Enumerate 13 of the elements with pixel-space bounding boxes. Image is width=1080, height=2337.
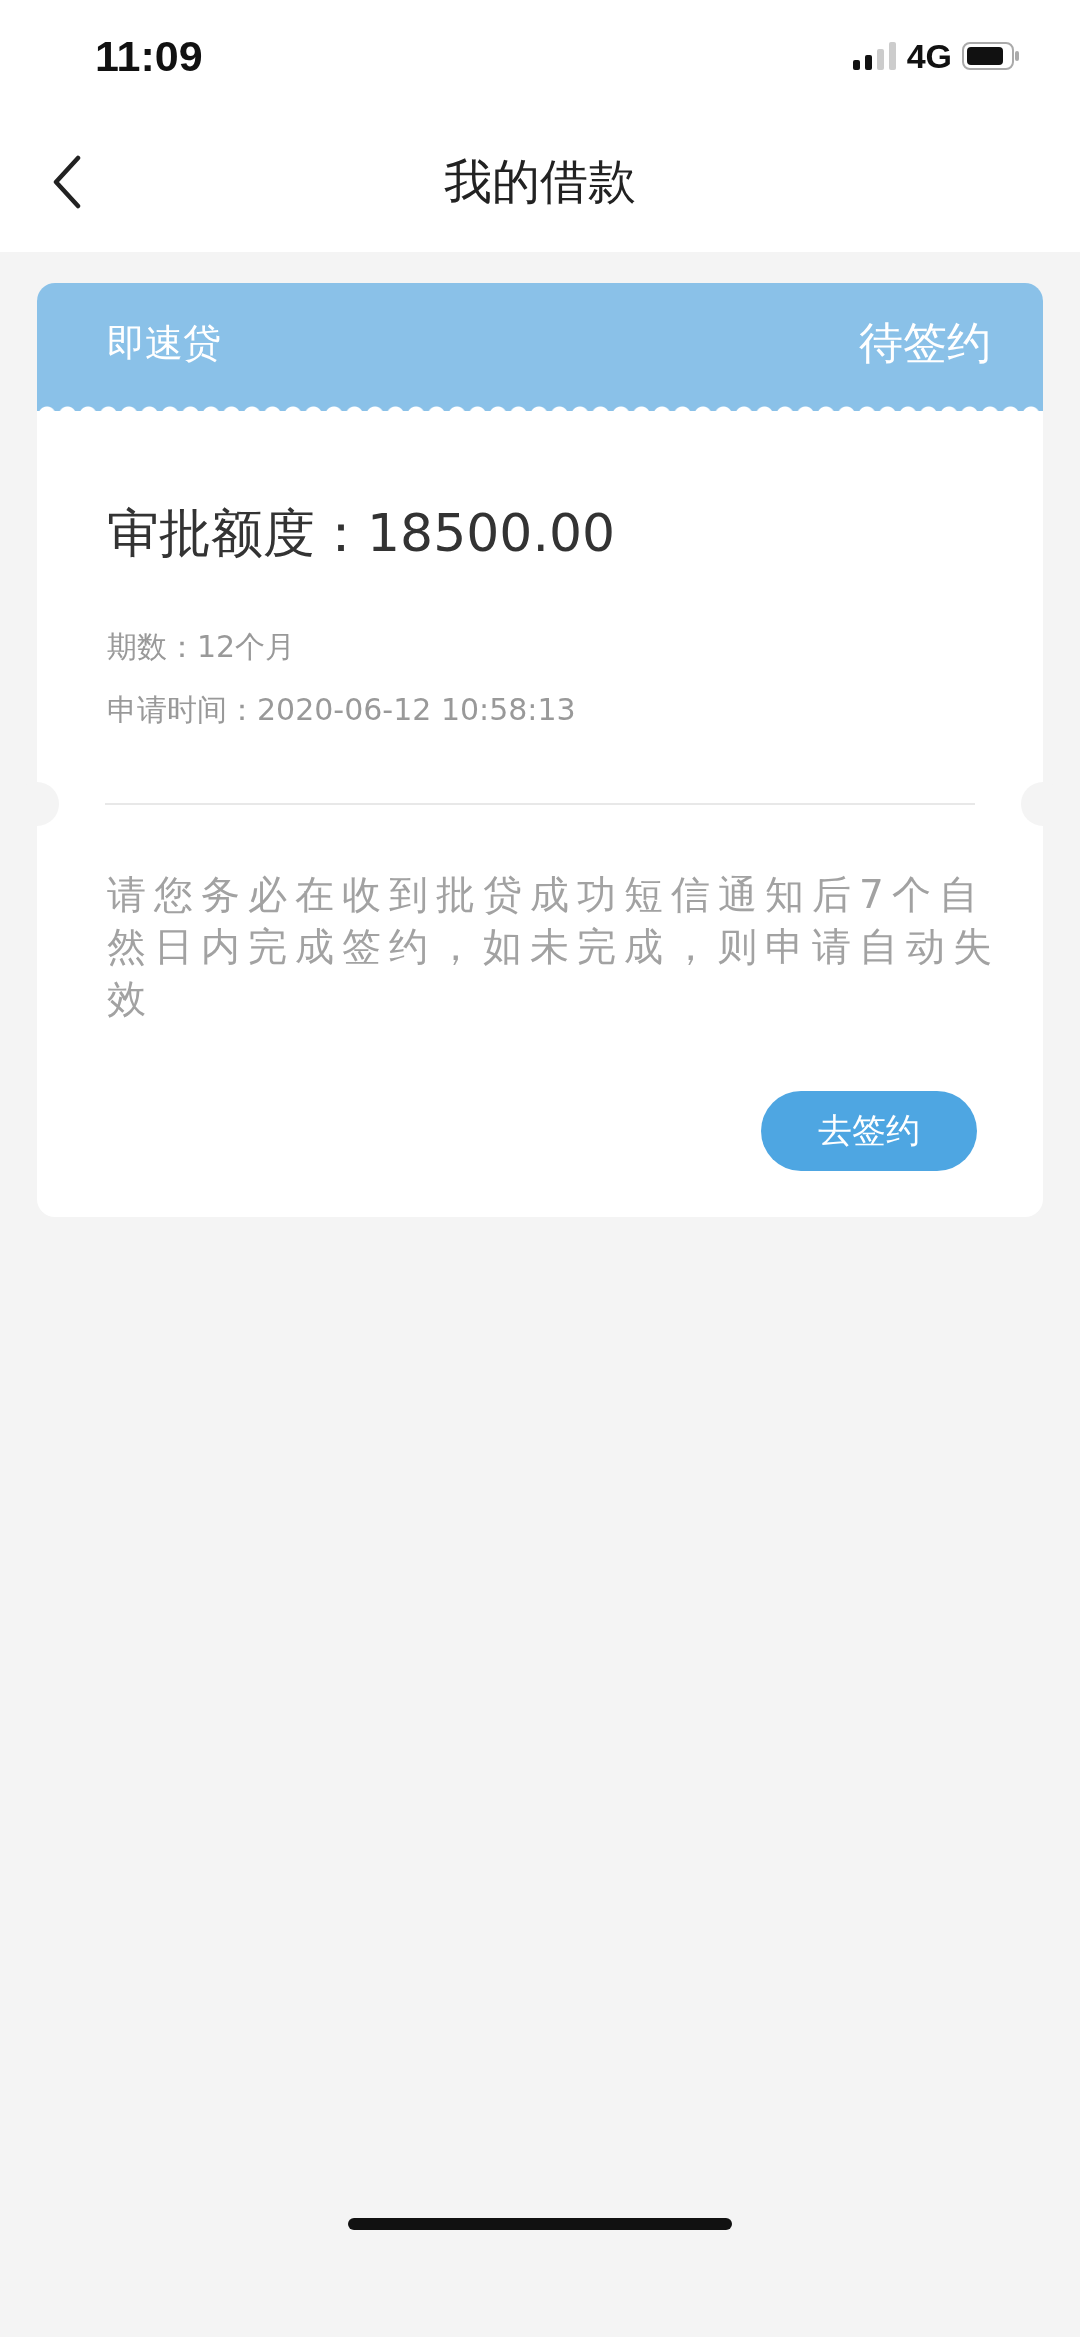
page-title: 我的借款 <box>444 152 636 211</box>
application-time: 申请时间：2020-06-12 10:58:13 <box>107 691 577 729</box>
battery-icon <box>962 42 1020 70</box>
product-name: 即速贷 <box>107 319 221 367</box>
loan-status: 待签约 <box>859 315 991 370</box>
loan-term: 期数：12个月 <box>107 628 297 666</box>
approved-amount: 审批额度：18500.00 <box>107 502 617 565</box>
network-label: 4G <box>906 36 952 76</box>
signal-icon <box>852 42 897 70</box>
notice-text: 请您务必在收到批贷成功短信通知后7个自然日内完成签约，如未完成，则申请自动失效 <box>107 871 1001 1023</box>
sign-button[interactable]: 去签约 <box>761 1091 977 1171</box>
back-icon[interactable] <box>52 155 82 209</box>
status-time: 11:09 <box>95 31 203 81</box>
